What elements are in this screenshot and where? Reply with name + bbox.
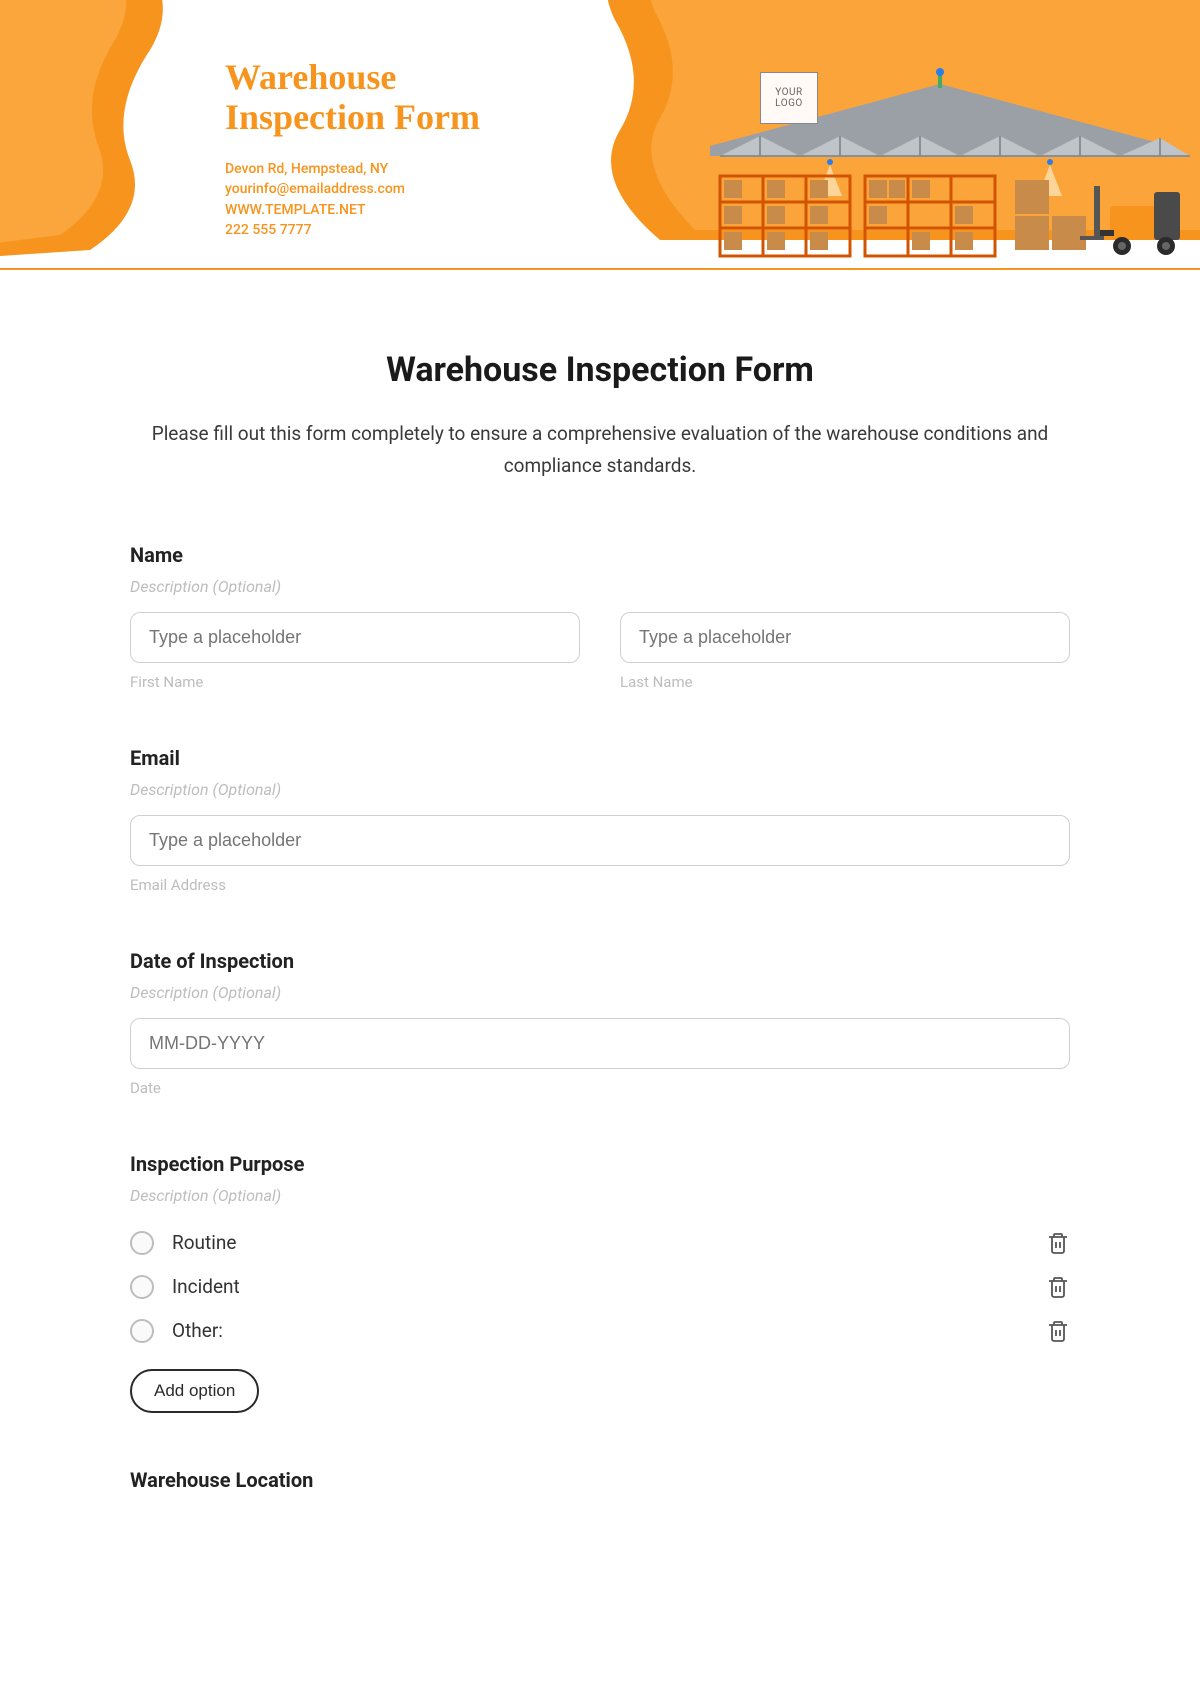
location-label: Warehouse Location: [130, 1468, 1070, 1492]
intro-text: Please fill out this form completely to …: [130, 418, 1070, 483]
purpose-desc[interactable]: Description (Optional): [130, 1186, 1070, 1205]
page-title: Warehouse Inspection Form: [130, 350, 1070, 390]
purpose-field-group: Inspection Purpose Description (Optional…: [130, 1152, 1070, 1413]
radio-circle-icon[interactable]: [130, 1319, 154, 1343]
email-input[interactable]: [130, 815, 1070, 866]
contact-info: Devon Rd, Hempstead, NY yourinfo@emailad…: [225, 159, 480, 240]
last-name-input[interactable]: [620, 612, 1070, 663]
logo-text: YOUR LOGO: [761, 87, 817, 109]
website: WWW.TEMPLATE.NET: [225, 200, 480, 220]
header-text-block: Warehouse Inspection Form Devon Rd, Hemp…: [225, 58, 480, 240]
decorative-blob-left: [0, 0, 220, 260]
date-label: Date of Inspection: [130, 949, 1070, 973]
date-input[interactable]: [130, 1018, 1070, 1069]
logo-placeholder: YOUR LOGO: [760, 72, 818, 124]
template-title: Warehouse Inspection Form: [225, 58, 480, 137]
email-desc[interactable]: Description (Optional): [130, 780, 1070, 799]
radio-label: Other:: [172, 1319, 1046, 1342]
trash-icon[interactable]: [1046, 1231, 1070, 1255]
name-label: Name: [130, 543, 1070, 567]
date-desc[interactable]: Description (Optional): [130, 983, 1070, 1002]
last-name-sublabel: Last Name: [620, 673, 1070, 691]
phone: 222 555 7777: [225, 220, 480, 240]
title-line2: Inspection Form: [225, 97, 480, 137]
form-content: Warehouse Inspection Form Please fill ou…: [0, 270, 1200, 1532]
radio-option-incident[interactable]: Incident: [130, 1265, 1070, 1309]
radio-option-other[interactable]: Other:: [130, 1309, 1070, 1353]
address: Devon Rd, Hempstead, NY: [225, 159, 480, 179]
radio-circle-icon[interactable]: [130, 1231, 154, 1255]
trash-icon[interactable]: [1046, 1319, 1070, 1343]
name-desc[interactable]: Description (Optional): [130, 577, 1070, 596]
radio-circle-icon[interactable]: [130, 1275, 154, 1299]
add-option-button[interactable]: Add option: [130, 1369, 259, 1413]
trash-icon[interactable]: [1046, 1275, 1070, 1299]
name-field-group: Name Description (Optional) First Name L…: [130, 543, 1070, 691]
email-label: Email: [130, 746, 1070, 770]
first-name-sublabel: First Name: [130, 673, 580, 691]
radio-label: Routine: [172, 1231, 1046, 1254]
warehouse-illustration: [680, 66, 1200, 266]
title-line1: Warehouse: [225, 57, 396, 97]
purpose-label: Inspection Purpose: [130, 1152, 1070, 1176]
date-sublabel: Date: [130, 1079, 1070, 1097]
radio-option-routine[interactable]: Routine: [130, 1221, 1070, 1265]
date-field-group: Date of Inspection Description (Optional…: [130, 949, 1070, 1097]
contact-email: yourinfo@emailaddress.com: [225, 179, 480, 199]
first-name-input[interactable]: [130, 612, 580, 663]
email-sublabel: Email Address: [130, 876, 1070, 894]
radio-label: Incident: [172, 1275, 1046, 1298]
template-header: Warehouse Inspection Form Devon Rd, Hemp…: [0, 0, 1200, 270]
email-field-group: Email Description (Optional) Email Addre…: [130, 746, 1070, 894]
